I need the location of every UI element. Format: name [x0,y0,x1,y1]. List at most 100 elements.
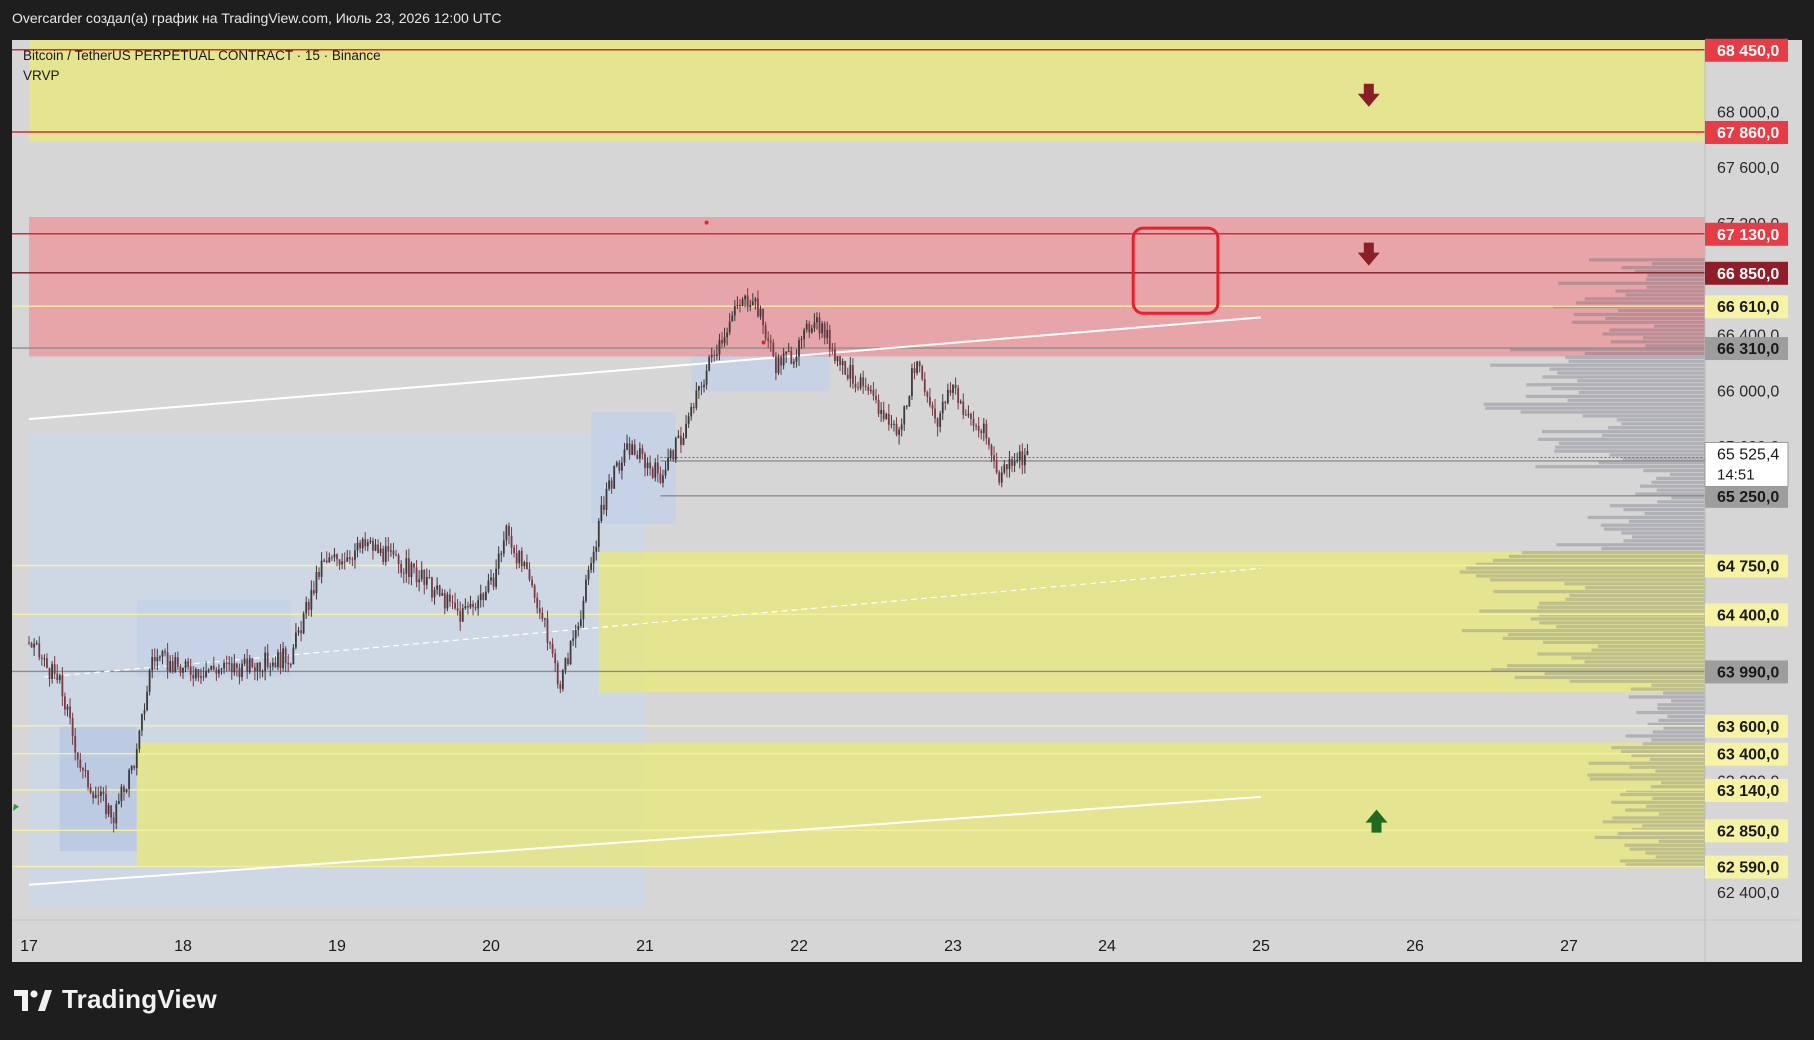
volume-profile-bar [1578,390,1705,395]
volume-profile-bar [1620,792,1705,797]
candle-body [89,787,92,793]
volume-profile-bar [1623,539,1705,543]
volume-profile-bar [1551,387,1705,391]
volume-profile-bar [1569,593,1705,598]
candle-body [944,401,947,404]
candle-body [903,406,906,425]
candle-body [467,606,469,608]
candle-body [790,351,793,364]
candle-body [171,661,174,673]
candle-body [277,652,279,668]
price-label: 63 140,0 [1717,783,1779,800]
volume-profile-bar [1652,796,1705,801]
volume-profile-bar [1526,383,1705,387]
volume-profile-bar [1644,511,1705,516]
candle-body [687,416,690,424]
candle-body [330,557,333,559]
volume-profile-bar [1544,671,1705,676]
candle-body [561,670,564,689]
demand-zone [136,742,1705,867]
volume-profile-bar [1565,355,1705,360]
candle-body [125,789,128,792]
candle-body [541,612,544,619]
tradingview-logo[interactable]: TradingView [14,984,217,1015]
candle-body [464,606,467,609]
candle-body [664,469,667,476]
volume-profile-bar [1543,640,1705,644]
volume-profile-bar [1587,515,1705,520]
candle-body [477,600,480,609]
volume-profile-bar [1647,273,1705,278]
candle-body [746,295,749,307]
candle-body [415,567,418,583]
candle-body [823,323,826,339]
candle-body [1023,454,1026,466]
candle-body [315,572,318,594]
volume-profile-bar [1461,629,1705,633]
candle-body [792,361,795,364]
price-chart[interactable]: 68 000,067 600,067 200,066 400,066 000,0… [0,0,1814,1040]
candle-body [923,379,926,393]
candle-body [194,669,197,679]
candle-body [800,339,803,341]
candle-body [603,504,605,510]
candle-body [451,601,454,603]
candle-body [87,770,89,788]
candle-body [117,801,120,804]
volume-profile-bar [1656,476,1705,480]
candle-body [449,594,451,602]
candle-body [159,656,161,658]
volume-profile-bar [1603,527,1705,531]
candle-body [474,606,477,609]
volume-profile-bar [1591,648,1705,652]
candle-body [759,308,762,317]
candle-body [343,561,346,563]
volume-profile-bar [1630,687,1705,691]
candle-body [718,339,721,355]
candle-body [805,323,808,330]
price-tick-label: 67 600,0 [1717,160,1779,177]
candle-body [164,651,166,653]
candle-body [677,435,680,438]
candle-body [990,445,993,456]
candle-body [613,465,616,489]
candle-body [741,299,744,307]
candle-body [949,389,952,393]
candle-body [872,390,875,396]
candle-body [852,364,854,384]
time-tick-label: 24 [1098,938,1116,955]
candle-body [323,560,326,562]
candle-body [94,795,97,798]
candle-body [808,323,811,333]
candle-body [112,817,115,824]
volume-profile-bar [1609,328,1705,332]
candle-body [110,805,113,818]
candle-body [338,559,341,565]
candle-body [528,569,531,580]
candle-body [259,662,261,672]
candle-body [336,554,338,560]
candle-body [192,674,195,679]
candle-body [787,351,790,353]
volume-profile-bar [1671,699,1705,703]
candle-body [864,386,867,388]
candle-body [785,351,788,354]
price-label: 64 750,0 [1717,558,1779,575]
candle-body [775,356,777,374]
candle-body [890,424,893,426]
volume-profile-bar [1485,406,1705,410]
candle-body [726,332,729,338]
volume-profile-bar [1558,281,1705,285]
brand-name: TradingView [62,984,217,1014]
candle-body [975,425,977,427]
volume-profile-bar [1671,496,1705,500]
volume-profile-bar [1587,773,1705,777]
candle-body [71,718,74,737]
indicator-name[interactable]: VRVP [23,66,381,86]
candle-body [182,667,184,673]
candle-body [461,608,464,622]
candle-body [641,448,644,455]
volume-profile-bar [1649,757,1705,762]
candle-body [40,657,43,659]
volume-profile-bar [1651,683,1705,687]
